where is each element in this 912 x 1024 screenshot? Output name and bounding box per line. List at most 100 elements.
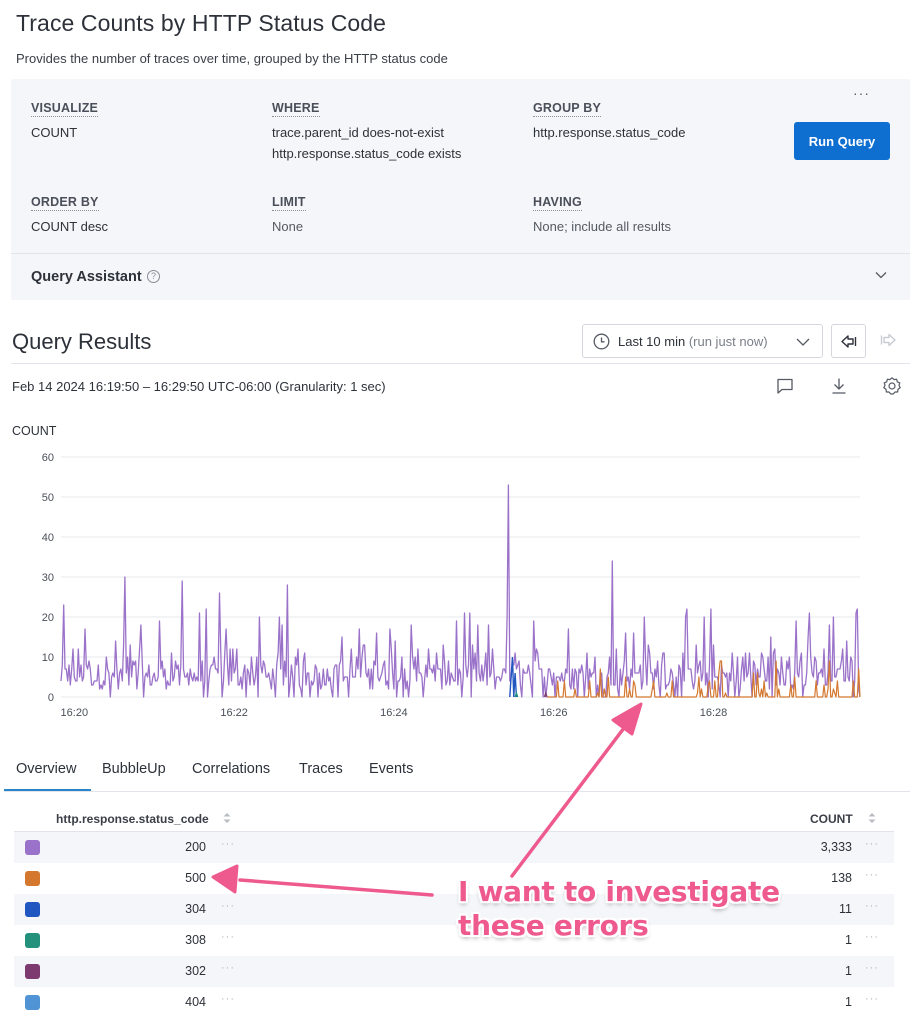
download-icon[interactable] — [829, 376, 849, 396]
time-range-picker[interactable]: Last 10 min (run just now) — [582, 324, 823, 358]
time-picker-label: Last 10 min (run just now) — [618, 334, 768, 349]
arrow-left-icon — [841, 335, 857, 348]
series-color-swatch[interactable] — [25, 933, 40, 948]
having-label: HAVING — [533, 195, 582, 211]
cell-menu-button[interactable]: ··· — [221, 900, 235, 912]
cell-menu-button[interactable]: ··· — [221, 993, 235, 1005]
help-icon[interactable]: ? — [147, 270, 160, 283]
y-tick-label: 40 — [42, 532, 54, 544]
visualize-label: VISUALIZE — [31, 101, 99, 117]
cell-menu-button[interactable]: ··· — [865, 869, 879, 881]
cell-menu-button[interactable]: ··· — [221, 962, 235, 974]
x-tick-label: 16:28 — [700, 707, 728, 719]
results-title: Query Results — [12, 329, 152, 354]
cell-menu-button[interactable]: ··· — [221, 869, 235, 881]
sort-icon[interactable] — [222, 811, 232, 825]
series-color-swatch[interactable] — [25, 840, 40, 855]
series-color-swatch[interactable] — [25, 964, 40, 979]
page-title: Trace Counts by HTTP Status Code — [16, 10, 387, 36]
arrow-right-icon[interactable] — [878, 330, 898, 350]
group-by-clause[interactable]: GROUP BY http.response.status_code — [533, 99, 686, 143]
annotation-line-2: these errors — [458, 909, 649, 942]
tab-bubbleup[interactable]: BubbleUp — [102, 761, 166, 777]
more-options-button[interactable]: ··· — [853, 85, 870, 101]
limit-clause[interactable]: LIMIT None — [272, 193, 306, 237]
table-row[interactable]: 404 ··· 1 ··· — [14, 987, 894, 1018]
page-subtitle: Provides the number of traces over time,… — [16, 51, 448, 66]
cell-menu-button[interactable]: ··· — [865, 962, 879, 974]
status-code-cell: 404 — [185, 995, 206, 1009]
y-tick-label: 50 — [42, 492, 54, 504]
active-tab-indicator — [4, 789, 91, 791]
tab-overview[interactable]: Overview — [16, 761, 76, 777]
y-tick-label: 20 — [42, 612, 54, 624]
time-back-button[interactable] — [831, 324, 866, 358]
chevron-down-icon[interactable] — [874, 268, 888, 282]
table-row[interactable]: 302 ··· 1 ··· — [14, 956, 894, 987]
order-by-value: COUNT desc — [31, 219, 109, 234]
cell-menu-button[interactable]: ··· — [865, 900, 879, 912]
order-by-label: ORDER BY — [31, 195, 99, 211]
count-cell: 3,333 — [820, 840, 852, 854]
time-range-text: Feb 14 2024 16:19:50 – 16:29:50 UTC-06:0… — [12, 379, 386, 394]
status-code-cell: 200 — [185, 840, 206, 854]
y-tick-label: 0 — [48, 692, 54, 704]
visualize-value: COUNT — [31, 125, 78, 140]
count-cell: 1 — [845, 933, 852, 947]
count-cell: 1 — [845, 995, 852, 1009]
series-color-swatch[interactable] — [25, 871, 40, 886]
where-value-2: http.response.status_code exists — [272, 146, 462, 161]
query-builder: VISUALIZE COUNT WHERE trace.parent_id do… — [11, 79, 910, 300]
series-color-swatch[interactable] — [25, 995, 40, 1010]
annotation-line-1: I want to investigate — [458, 875, 780, 908]
where-label: WHERE — [272, 101, 320, 117]
tab-events[interactable]: Events — [369, 761, 413, 777]
y-tick-label: 30 — [42, 572, 54, 584]
tab-traces[interactable]: Traces — [299, 761, 343, 777]
limit-label: LIMIT — [272, 195, 306, 211]
status-code-cell: 302 — [185, 964, 206, 978]
group-by-value: http.response.status_code — [533, 125, 686, 140]
count-cell: 138 — [831, 871, 852, 885]
where-clause[interactable]: WHERE trace.parent_id does-not-exist htt… — [272, 99, 461, 164]
results-divider — [11, 363, 910, 364]
column-header-status-code[interactable]: http.response.status_code — [56, 812, 209, 826]
tab-correlations[interactable]: Correlations — [192, 761, 270, 777]
count-cell: 1 — [845, 964, 852, 978]
cell-menu-button[interactable]: ··· — [865, 838, 879, 850]
group-by-label: GROUP BY — [533, 101, 602, 117]
trace-count-chart[interactable]: 0 10 20 30 40 50 60 16:20 16:22 16:24 16:26 16:28 — [0, 440, 912, 722]
table-row[interactable]: 200 ··· 3,333 ··· — [14, 832, 894, 863]
visualize-clause[interactable]: VISUALIZE COUNT — [31, 99, 99, 143]
having-value: None; include all results — [533, 219, 672, 234]
cell-menu-button[interactable]: ··· — [221, 931, 235, 943]
status-code-cell: 308 — [185, 933, 206, 947]
count-cell: 11 — [839, 902, 852, 916]
cell-menu-button[interactable]: ··· — [865, 931, 879, 943]
query-assistant-label: Query Assistant — [31, 269, 142, 285]
table-header: http.response.status_code COUNT — [14, 805, 894, 832]
annotation-text: I want to investigate these errors — [458, 875, 780, 943]
clock-icon — [593, 333, 610, 350]
status-code-cell: 500 — [185, 871, 206, 885]
cell-menu-button[interactable]: ··· — [221, 838, 235, 850]
limit-value: None — [272, 219, 304, 234]
y-tick-label: 60 — [42, 452, 54, 464]
having-clause[interactable]: HAVING None; include all results — [533, 193, 671, 237]
x-tick-label: 16:20 — [61, 707, 89, 719]
column-header-count[interactable]: COUNT — [810, 812, 853, 826]
comment-icon[interactable] — [775, 376, 795, 396]
cell-menu-button[interactable]: ··· — [865, 993, 879, 1005]
series-line-200 — [60, 484, 861, 698]
run-query-button[interactable]: Run Query — [794, 122, 890, 160]
order-by-clause[interactable]: ORDER BY COUNT desc — [31, 193, 108, 237]
y-tick-label: 10 — [42, 652, 54, 664]
series-color-swatch[interactable] — [25, 902, 40, 917]
sort-icon[interactable] — [867, 811, 877, 825]
results-tabs: Overview BubbleUp Correlations Traces Ev… — [4, 751, 910, 792]
x-tick-label: 16:22 — [220, 707, 248, 719]
status-code-cell: 304 — [185, 902, 206, 916]
settings-icon[interactable] — [882, 376, 902, 396]
query-assistant-toggle[interactable]: Query Assistant ? — [11, 253, 910, 300]
where-value-1: trace.parent_id does-not-exist — [272, 125, 444, 140]
